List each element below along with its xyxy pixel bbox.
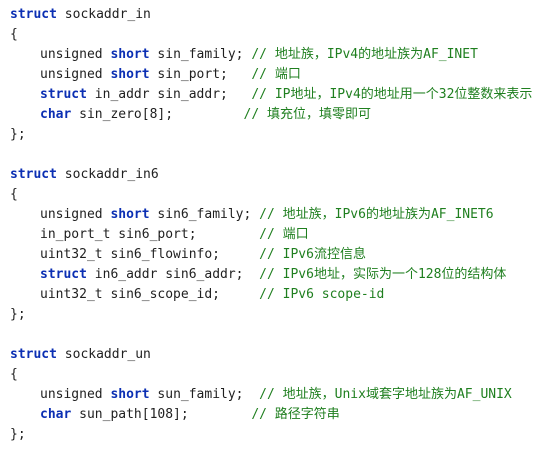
close-brace: }; [10, 305, 532, 325]
member-type-keyword: struct [40, 87, 87, 102]
open-brace: { [10, 25, 532, 45]
member-declaration: sin_family; [149, 47, 252, 62]
struct-header: struct sockaddr_un [10, 345, 532, 365]
open-brace: { [10, 185, 532, 205]
code-block: struct sockaddr_in { unsigned short sin_fa… [10, 5, 532, 445]
struct-header: struct sockaddr_in6 [10, 165, 532, 185]
member-line: uint32_t sin6_flowinfo; // IPv6流控信息 [10, 245, 532, 265]
member-declaration: sun_family; [149, 387, 260, 402]
close-brace-text: }; [10, 427, 26, 442]
member-comment: // IPv6 scope-id [259, 287, 385, 302]
member-declaration: in6_addr sin6_addr; [86, 267, 260, 282]
struct-header: struct sockaddr_in [10, 5, 532, 25]
open-brace-text: { [10, 367, 18, 382]
member-type-keyword: struct [40, 267, 87, 282]
member-type-keyword: unsigned [40, 387, 103, 402]
member-comment: // 地址族，IPv4的地址族为AF_INET [251, 47, 478, 62]
member-comment: // IPv6流控信息 [259, 247, 366, 262]
close-brace: }; [10, 125, 532, 145]
struct-name: sockaddr_in6 [56, 167, 159, 182]
member-comment: // 端口 [259, 227, 309, 242]
member-line: char sun_path[108]; // 路径字符串 [10, 405, 532, 425]
member-type-modifier: short [102, 207, 150, 222]
member-comment: // 地址族，IPv6的地址族为AF_INET6 [259, 207, 494, 222]
member-comment: // 地址族，Unix域套字地址族为AF_UNIX [259, 387, 512, 402]
member-line: struct in6_addr sin6_addr; // IPv6地址，实际为… [10, 265, 532, 285]
member-type-keyword: char [40, 107, 72, 122]
member-comment: // 填充位，填零即可 [243, 107, 371, 122]
member-type-keyword: unsigned [40, 47, 103, 62]
member-comment: // IPv6地址，实际为一个128位的结构体 [259, 267, 507, 282]
member-declaration: sun_path[108]; [71, 407, 252, 422]
member-declaration: sin6_family; [149, 207, 260, 222]
member-type-keyword: unsigned [40, 67, 103, 82]
member-line: struct in_addr sin_addr; // IP地址，IPv4的地址… [10, 85, 532, 105]
struct-name: sockaddr_un [56, 347, 151, 362]
struct-keyword: struct [10, 347, 57, 362]
member-type-keyword: unsigned [40, 207, 103, 222]
member-declaration: uint32_t sin6_flowinfo; [40, 247, 260, 262]
member-line: uint32_t sin6_scope_id; // IPv6 scope-id [10, 285, 532, 305]
member-comment: // 路径字符串 [251, 407, 340, 422]
member-comment: // 端口 [251, 67, 301, 82]
open-brace-text: { [10, 27, 18, 42]
close-brace-text: }; [10, 127, 26, 142]
member-line: in_port_t sin6_port; // 端口 [10, 225, 532, 245]
member-line: unsigned short sin6_family; // 地址族，IPv6的… [10, 205, 532, 225]
member-comment: // IP地址，IPv4的地址用一个32位整数来表示 [251, 87, 533, 102]
close-brace-text: }; [10, 307, 26, 322]
member-type-modifier: short [102, 67, 150, 82]
close-brace: }; [10, 425, 532, 445]
open-brace-text: { [10, 187, 18, 202]
member-type-modifier: short [102, 47, 150, 62]
struct-keyword: struct [10, 7, 57, 22]
member-declaration: in_addr sin_addr; [86, 87, 252, 102]
member-line: char sin_zero[8]; // 填充位，填零即可 [10, 105, 532, 125]
member-declaration: uint32_t sin6_scope_id; [40, 287, 260, 302]
member-type-modifier: short [102, 387, 150, 402]
member-line: unsigned short sin_family; // 地址族，IPv4的地… [10, 45, 532, 65]
struct-keyword: struct [10, 167, 57, 182]
member-declaration: in_port_t sin6_port; [40, 227, 260, 242]
member-type-keyword: char [40, 407, 72, 422]
struct-name: sockaddr_in [56, 7, 151, 22]
open-brace: { [10, 365, 532, 385]
member-declaration: sin_port; [149, 67, 252, 82]
member-line: unsigned short sin_port; // 端口 [10, 65, 532, 85]
member-declaration: sin_zero[8]; [71, 107, 244, 122]
member-line: unsigned short sun_family; // 地址族，Unix域套… [10, 385, 532, 405]
